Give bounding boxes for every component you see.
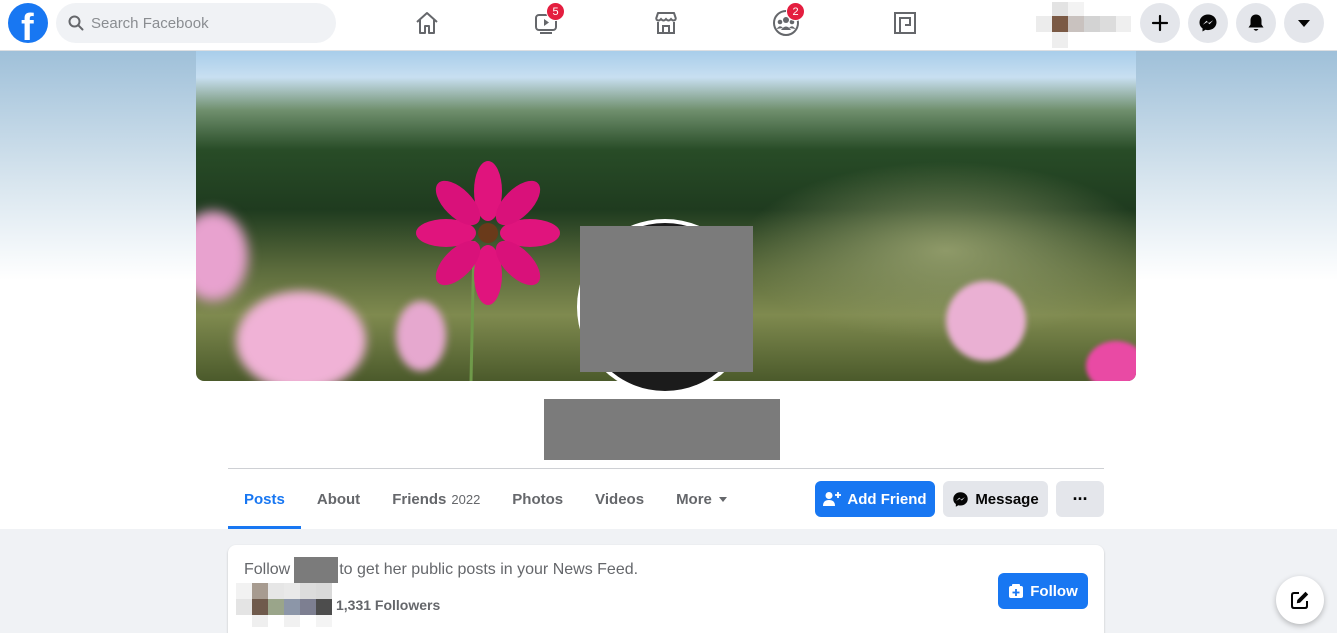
tab-friends[interactable]: Friends 2022 xyxy=(376,469,496,529)
redacted-avatar-pixel xyxy=(1068,16,1084,32)
top-navigation-bar: f 5 xyxy=(0,0,1337,51)
follow-prompt-prefix: Follow xyxy=(244,561,291,578)
redacted-name-pixel xyxy=(1100,16,1116,32)
redacted-follower-pixel xyxy=(252,583,268,599)
tab-about[interactable]: About xyxy=(301,469,376,529)
tab-label: Videos xyxy=(595,490,645,508)
notifications-button[interactable] xyxy=(1236,3,1276,43)
redacted-follower-pixel xyxy=(316,583,332,599)
redacted-follower-pixel xyxy=(316,615,332,627)
plus-icon xyxy=(1151,14,1169,32)
friends-count: 2022 xyxy=(451,491,481,507)
follow-card: Follow to get her public posts in your N… xyxy=(228,545,1104,633)
add-friend-button[interactable]: Add Friend xyxy=(815,481,935,517)
redacted-avatar-pixel xyxy=(1036,16,1052,32)
redacted-follower-pixel xyxy=(316,599,332,615)
account-menu-button[interactable] xyxy=(1284,3,1324,43)
redacted-follower-pixel xyxy=(300,583,316,599)
facebook-logo-icon[interactable]: f xyxy=(8,3,48,43)
redacted-follower-pixel xyxy=(252,615,268,627)
search-box[interactable] xyxy=(56,3,336,43)
follow-button[interactable]: Follow xyxy=(998,573,1088,609)
messenger-icon xyxy=(953,491,969,507)
compose-icon xyxy=(1291,591,1309,609)
new-message-button[interactable] xyxy=(1276,576,1324,624)
redacted-follower-pixel xyxy=(236,599,252,615)
notifications-icon xyxy=(1248,14,1264,31)
messenger-button[interactable] xyxy=(1188,3,1228,43)
groups-icon[interactable]: 2 xyxy=(766,2,806,40)
followers-count[interactable]: 1,331 Followers xyxy=(336,597,440,613)
chevron-down-icon xyxy=(718,497,727,502)
follow-button-label: Follow xyxy=(1030,582,1078,600)
marketplace-icon[interactable] xyxy=(646,6,686,40)
add-friend-label: Add Friend xyxy=(847,490,927,508)
follow-prompt-suffix: to get her public posts in your News Fee… xyxy=(339,561,639,578)
redacted-follower-pixel xyxy=(300,599,316,615)
tab-label: Photos xyxy=(512,490,564,508)
groups-notification-badge: 2 xyxy=(786,2,805,21)
account-caret-icon xyxy=(1298,20,1310,27)
watch-notification-badge: 5 xyxy=(546,2,565,21)
redacted-profile-name xyxy=(544,399,780,460)
redacted-follower-pixel xyxy=(252,599,268,615)
redacted-first-name xyxy=(294,557,339,583)
tab-label: Friends xyxy=(392,490,447,508)
more-icon: ··· xyxy=(1072,488,1089,509)
tab-videos[interactable]: Videos xyxy=(579,469,660,529)
redacted-follower-pixel xyxy=(268,583,284,599)
search-icon xyxy=(68,15,84,31)
profile-shortcut[interactable] xyxy=(1036,2,1131,48)
gaming-icon[interactable] xyxy=(885,6,925,40)
more-options-button[interactable]: ··· xyxy=(1056,481,1104,517)
redacted-name-pixel xyxy=(1116,16,1131,32)
redacted-avatar-pixel xyxy=(1052,32,1068,48)
follow-icon xyxy=(1009,584,1024,598)
tab-photos[interactable]: Photos xyxy=(496,469,579,529)
redacted-profile-picture xyxy=(580,226,753,372)
tab-label: About xyxy=(316,490,361,508)
redacted-name-pixel xyxy=(1084,16,1100,32)
tab-label: More xyxy=(676,490,712,508)
home-icon[interactable] xyxy=(407,6,447,40)
redacted-avatar-pixel xyxy=(1052,16,1068,32)
tab-more[interactable]: More xyxy=(660,469,744,529)
search-input[interactable] xyxy=(91,14,311,32)
redacted-follower-pixel xyxy=(284,615,300,627)
redacted-follower-pixel xyxy=(284,583,300,599)
redacted-follower-pixel xyxy=(236,583,252,599)
message-label: Message xyxy=(975,490,1039,508)
follow-prompt: Follow to get her public posts in your N… xyxy=(244,557,638,583)
follower-avatars xyxy=(236,583,332,627)
profile-tabs: Posts About Friends 2022 Photos Videos Mo… xyxy=(228,469,744,529)
messenger-icon xyxy=(1199,14,1217,32)
redacted-follower-pixel xyxy=(284,599,300,615)
add-friend-icon xyxy=(823,492,842,506)
message-button[interactable]: Message xyxy=(943,481,1048,517)
watch-icon[interactable]: 5 xyxy=(526,2,566,40)
tab-label: Posts xyxy=(244,490,285,508)
redacted-follower-pixel xyxy=(268,599,284,615)
create-button[interactable] xyxy=(1140,3,1180,43)
tab-posts[interactable]: Posts xyxy=(228,469,301,529)
